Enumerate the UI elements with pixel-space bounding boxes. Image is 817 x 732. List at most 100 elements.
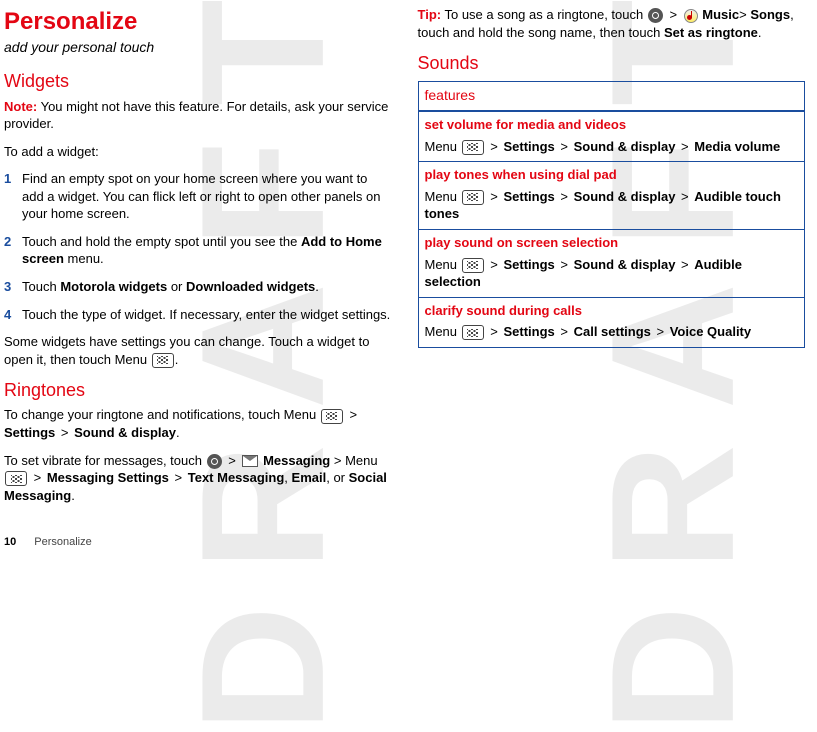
gt-sep: > (557, 324, 572, 339)
fp-settings: Settings (503, 139, 554, 154)
step-3: 3 Touch Motorola widgets or Downloaded w… (4, 278, 392, 296)
feature-label: play tones when using dial pad (419, 162, 805, 186)
gt-sep: > (346, 407, 357, 422)
step-3-a: Touch (22, 279, 60, 294)
fp-sound-display: Sound & display (574, 257, 676, 272)
menu-grid-icon (462, 325, 484, 340)
fp-menu: Menu (425, 324, 461, 339)
fp-settings: Settings (503, 324, 554, 339)
feature-row-voice-quality: clarify sound during calls Menu > Settin… (419, 297, 805, 347)
rt2-msg-settings: Messaging Settings (47, 470, 169, 485)
gt-sep: > (557, 139, 572, 154)
fp-sound-display: Sound & display (574, 189, 676, 204)
menu-grid-icon (462, 258, 484, 273)
feature-path: Menu > Settings > Sound & display > Medi… (419, 136, 805, 162)
feature-label: clarify sound during calls (419, 298, 805, 322)
widgets-outro-a: Some widgets have settings you can chang… (4, 334, 369, 367)
gt-sep: > (666, 7, 681, 22)
step-3-body: Touch Motorola widgets or Downloaded wid… (22, 278, 392, 296)
launcher-circle-icon (207, 454, 222, 469)
rt2-d: > Menu (330, 453, 377, 468)
widgets-steps: 1 Find an empty spot on your home screen… (4, 170, 392, 323)
step-1-num: 1 (4, 170, 22, 223)
tip-songs: Songs (750, 7, 790, 22)
menu-grid-icon (462, 140, 484, 155)
page-footer: 10Personalize (4, 535, 92, 550)
step-1: 1 Find an empty spot on your home screen… (4, 170, 392, 223)
gt-sep: > (57, 425, 72, 440)
heading-ringtones: Ringtones (4, 378, 392, 402)
fp-call-settings: Call settings (574, 324, 651, 339)
step-2-body: Touch and hold the empty spot until you … (22, 233, 392, 268)
gt-sep: > (487, 189, 502, 204)
note-text: You might not have this feature. For det… (4, 99, 388, 132)
menu-grid-icon (152, 353, 174, 368)
ringtones-p2: To set vibrate for messages, touch > Mes… (4, 452, 392, 505)
ringtones-p1: To change your ringtone and notification… (4, 406, 392, 441)
gt-sep: > (30, 470, 45, 485)
gt-sep: > (487, 257, 502, 272)
heading-sounds: Sounds (418, 51, 806, 75)
tip-h: . (758, 25, 762, 40)
gt-sep: > (487, 324, 502, 339)
tip-paragraph: Tip: To use a song as a ringtone, touch … (418, 6, 806, 41)
gt-sep: > (171, 470, 186, 485)
fp-settings: Settings (503, 257, 554, 272)
page-title: Personalize (4, 6, 392, 38)
step-2-b: menu. (64, 251, 104, 266)
menu-grid-icon (321, 409, 343, 424)
step-3-num: 3 (4, 278, 22, 296)
widgets-outro-b: . (175, 352, 179, 367)
feature-label: set volume for media and videos (419, 112, 805, 136)
menu-grid-icon (462, 190, 484, 205)
fp-menu: Menu (425, 139, 461, 154)
tip-label: Tip: (418, 7, 442, 22)
sounds-table-header: features (419, 82, 805, 111)
step-3-bold-b: Downloaded widgets (186, 279, 315, 294)
menu-grid-icon (5, 471, 27, 486)
rt2-email: Email (292, 470, 327, 485)
tip-a: To use a song as a ringtone, touch (441, 7, 647, 22)
fp-settings: Settings (503, 189, 554, 204)
gt-sep: > (225, 453, 240, 468)
fp-sound-display: Sound & display (574, 139, 676, 154)
gt-sep: > (487, 139, 502, 154)
left-column: Personalize add your personal touch Widg… (4, 6, 392, 557)
ringtones-settings: Settings (4, 425, 55, 440)
heading-widgets: Widgets (4, 69, 392, 93)
ringtones-sound-display: Sound & display (74, 425, 176, 440)
step-4-body: Touch the type of widget. If necessary, … (22, 306, 392, 324)
page: DRAFT DRAFT Personalize add your persona… (0, 0, 817, 557)
feature-path: Menu > Settings > Sound & display > Audi… (419, 254, 805, 297)
feature-path: Menu > Settings > Sound & display > Audi… (419, 186, 805, 229)
feature-path: Menu > Settings > Call settings > Voice … (419, 321, 805, 347)
gt-sep: > (557, 189, 572, 204)
tip-music: Music (702, 7, 739, 22)
note-label: Note: (4, 99, 37, 114)
widgets-intro: To add a widget: (4, 143, 392, 161)
rt2-k: , or (326, 470, 348, 485)
music-icon (684, 9, 698, 23)
rt2-i: , (284, 470, 291, 485)
step-3-or: or (167, 279, 186, 294)
fp-target: Media volume (694, 139, 780, 154)
feature-row-dial-tones: play tones when using dial pad Menu > Se… (419, 161, 805, 229)
rt2-a: To set vibrate for messages, touch (4, 453, 206, 468)
widgets-outro: Some widgets have settings you can chang… (4, 333, 392, 368)
tip-d: > (739, 7, 750, 22)
gt-sep: > (653, 324, 668, 339)
step-2-num: 2 (4, 233, 22, 268)
fp-menu: Menu (425, 189, 461, 204)
feature-label: play sound on screen selection (419, 230, 805, 254)
feature-row-screen-selection: play sound on screen selection Menu > Se… (419, 229, 805, 297)
gt-sep: > (557, 257, 572, 272)
feature-row-media-volume: set volume for media and videos Menu > S… (419, 111, 805, 161)
tip-set-ringtone: Set as ringtone (664, 25, 758, 40)
step-1-body: Find an empty spot on your home screen w… (22, 170, 392, 223)
step-4: 4 Touch the type of widget. If necessary… (4, 306, 392, 324)
rt2-messaging: Messaging (263, 453, 330, 468)
step-2: 2 Touch and hold the empty spot until yo… (4, 233, 392, 268)
gt-sep: > (677, 139, 692, 154)
rt2-m: . (71, 488, 75, 503)
widgets-note: Note: You might not have this feature. F… (4, 98, 392, 133)
